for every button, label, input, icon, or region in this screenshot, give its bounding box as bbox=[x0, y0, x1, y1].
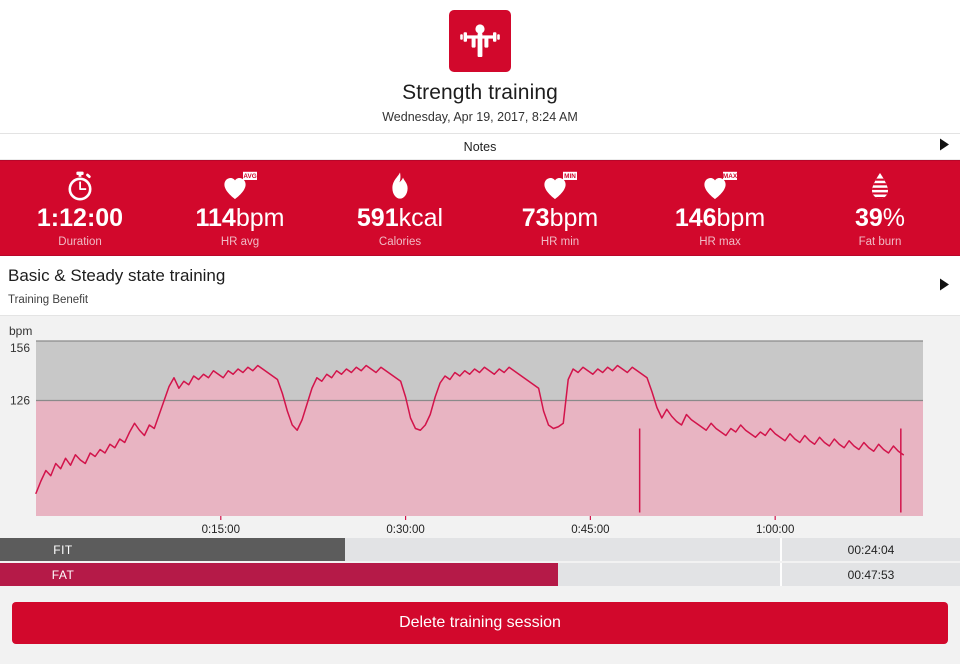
stat-hr-avg: AVG 114bpm HR avg bbox=[160, 161, 320, 255]
chart-y-axis-unit: bpm bbox=[9, 324, 33, 338]
flame-icon bbox=[320, 170, 480, 202]
training-benefit-subtitle: Training Benefit bbox=[8, 294, 89, 306]
stat-label: HR max bbox=[699, 236, 741, 248]
heart-avg-icon: AVG bbox=[160, 170, 320, 202]
stat-value-hr-max: 146bpm bbox=[640, 204, 800, 232]
stat-unit: % bbox=[882, 204, 906, 232]
zone-fill-fit bbox=[126, 538, 346, 561]
stat-value-fat-burn: 39% bbox=[800, 204, 960, 232]
stat-hr-min: MIN 73bpm HR min bbox=[480, 161, 640, 255]
hr-avg-badge: AVG bbox=[243, 173, 256, 180]
zone-time-fat: 00:47:53 bbox=[782, 563, 960, 586]
stat-label: HR min bbox=[540, 236, 580, 248]
training-benefit-row[interactable]: Basic & Steady state training Training B… bbox=[0, 256, 960, 316]
zone-fill-fat bbox=[126, 563, 559, 586]
stat-number: 73 bbox=[521, 204, 550, 232]
page-title: Strength training bbox=[402, 81, 558, 104]
zone-row-fit: FIT 00:24:04 bbox=[0, 538, 960, 561]
stat-unit: bpm bbox=[716, 204, 766, 232]
stat-number: 1:12:00 bbox=[36, 204, 124, 232]
session-header: Strength training Wednesday, Apr 19, 201… bbox=[0, 0, 960, 134]
hr-max-badge: MAX bbox=[723, 173, 738, 180]
triangle-right-icon[interactable] bbox=[939, 138, 950, 156]
training-benefit-title: Basic & Steady state training bbox=[8, 266, 226, 285]
svg-text:0:45:00: 0:45:00 bbox=[571, 524, 609, 536]
zone-track-fat bbox=[126, 563, 782, 586]
zone-track-fit bbox=[126, 538, 782, 561]
heart-min-icon: MIN bbox=[480, 170, 640, 202]
stat-number: 39 bbox=[854, 204, 883, 232]
stopwatch-icon bbox=[0, 170, 160, 202]
stat-number: 146 bbox=[674, 204, 717, 232]
stat-label: Fat burn bbox=[858, 236, 902, 248]
summary-stats-band: 1:12:00 Duration AVG 114bpm HR avg 591kc… bbox=[0, 160, 960, 256]
delete-training-session-button[interactable]: Delete training session bbox=[12, 602, 948, 644]
heart-rate-chart: bpm 156 126 0:15:00 0:30:00 0:45:00 1:00:00 bbox=[0, 316, 960, 538]
heart-rate-chart-svg: 156 126 0:15:00 0:30:00 0:45:00 1:00:00 bbox=[10, 340, 923, 536]
stat-duration: 1:12:00 Duration bbox=[0, 161, 160, 255]
stat-number: 591 bbox=[356, 204, 399, 232]
session-datetime: Wednesday, Apr 19, 2017, 8:24 AM bbox=[382, 110, 578, 124]
stat-fat-burn: 39% Fat burn bbox=[800, 161, 960, 255]
stat-label: Duration bbox=[58, 236, 102, 248]
hr-min-badge: MIN bbox=[564, 173, 576, 180]
stat-hr-max: MAX 146bpm HR max bbox=[640, 161, 800, 255]
zone-row-fat: FAT 00:47:53 bbox=[0, 563, 960, 586]
stat-unit: bpm bbox=[549, 204, 599, 232]
svg-text:156: 156 bbox=[10, 341, 30, 355]
hr-zone-bars: FIT 00:24:04 FAT 00:47:53 bbox=[0, 538, 960, 586]
training-session-screen: Strength training Wednesday, Apr 19, 201… bbox=[0, 0, 960, 664]
stat-value-hr-min: 73bpm bbox=[480, 204, 640, 232]
triangle-right-icon[interactable] bbox=[939, 278, 950, 296]
notes-label: Notes bbox=[463, 139, 497, 154]
stat-calories: 591kcal Calories bbox=[320, 161, 480, 255]
svg-text:0:30:00: 0:30:00 bbox=[386, 524, 424, 536]
svg-text:1:00:00: 1:00:00 bbox=[756, 524, 794, 536]
zone-label-fat: FAT bbox=[0, 563, 126, 586]
stat-value-calories: 591kcal bbox=[320, 204, 480, 232]
zone-label-fit: FIT bbox=[0, 538, 126, 561]
heart-max-icon: MAX bbox=[640, 170, 800, 202]
weightlifter-icon bbox=[449, 10, 511, 72]
notes-row[interactable]: Notes bbox=[0, 134, 960, 160]
stat-unit: bpm bbox=[235, 204, 285, 232]
zone-time-fit: 00:24:04 bbox=[782, 538, 960, 561]
stat-label: Calories bbox=[378, 236, 422, 248]
fat-drop-icon bbox=[800, 170, 960, 202]
svg-text:0:15:00: 0:15:00 bbox=[202, 524, 240, 536]
stat-unit: kcal bbox=[398, 204, 444, 232]
delete-action-area: Delete training session bbox=[0, 588, 960, 644]
stat-number: 114 bbox=[195, 204, 236, 232]
stat-label: HR avg bbox=[220, 236, 260, 248]
svg-text:126: 126 bbox=[10, 394, 30, 408]
stat-value-hr-avg: 114bpm bbox=[160, 204, 320, 232]
stat-value-duration: 1:12:00 bbox=[0, 204, 160, 232]
